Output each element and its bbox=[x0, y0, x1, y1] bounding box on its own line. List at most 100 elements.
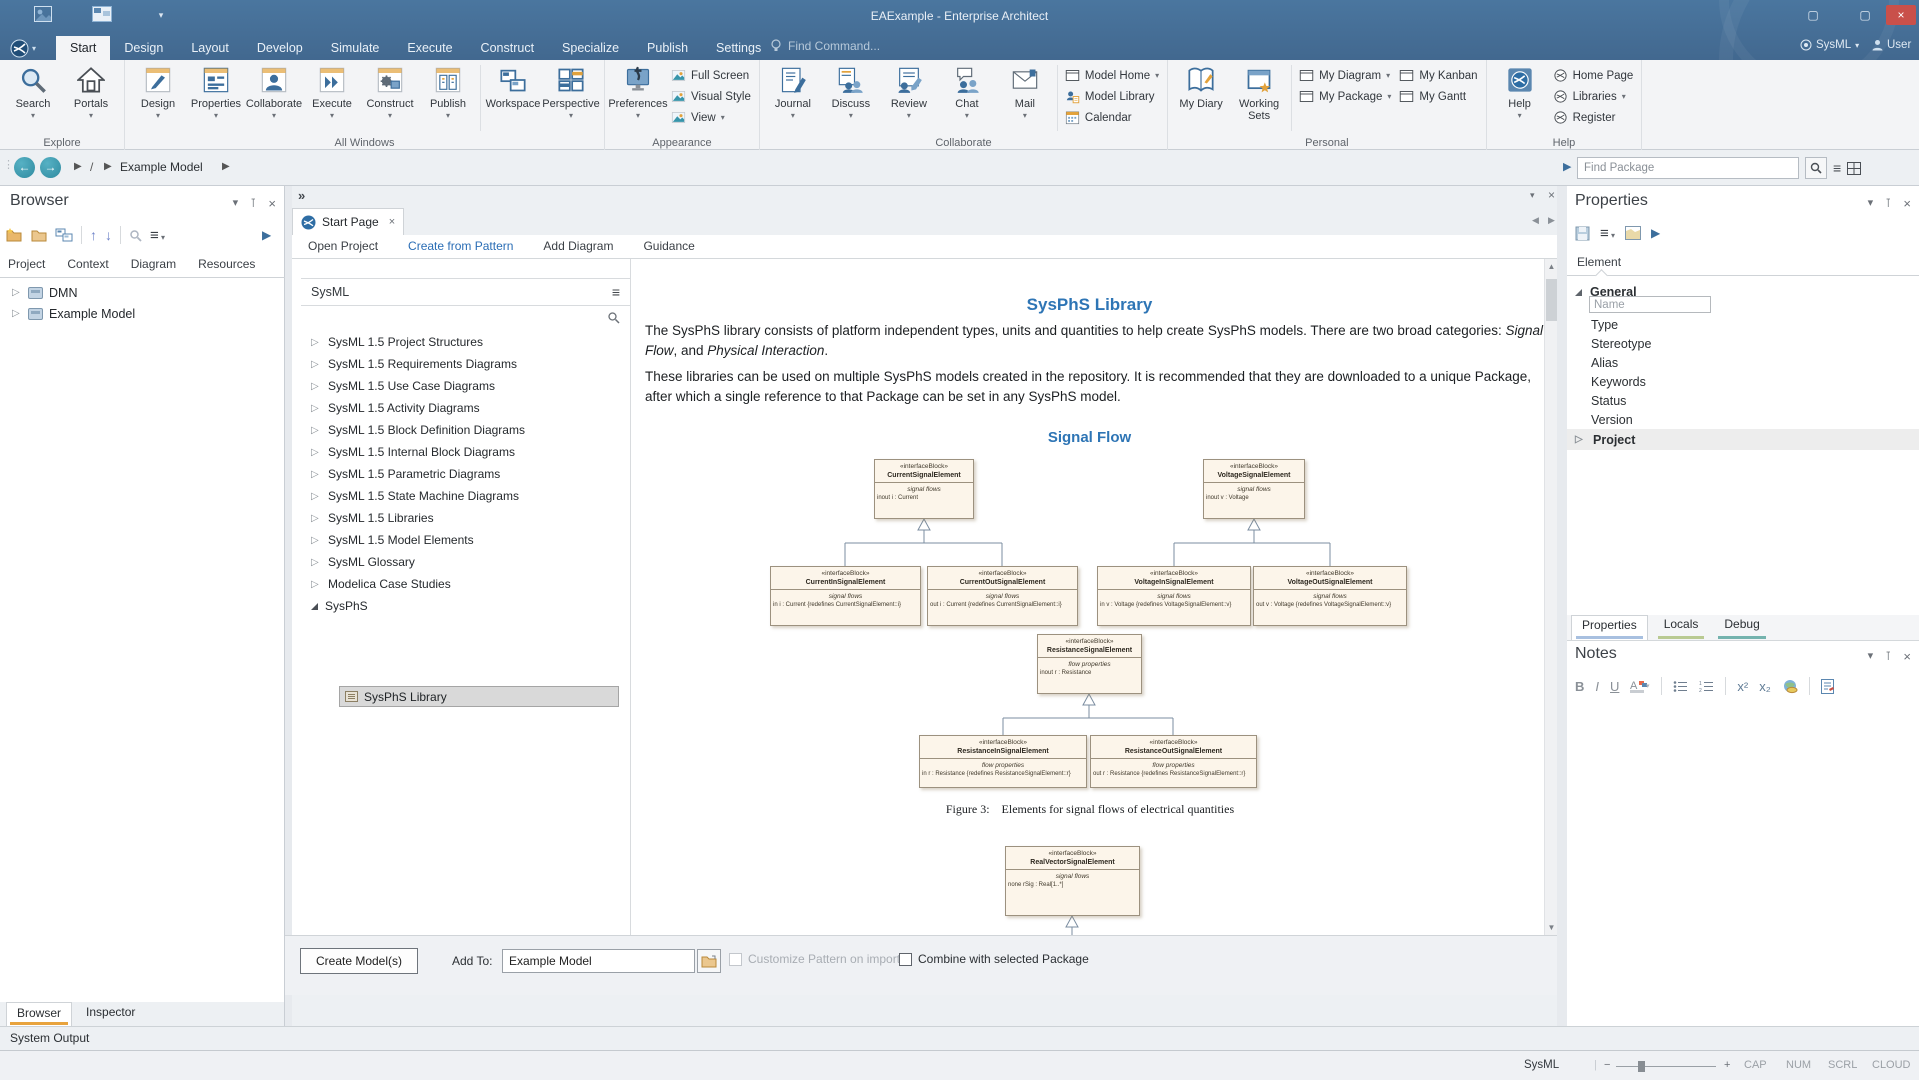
panel-close-icon[interactable]: × bbox=[268, 196, 276, 211]
panel-pin-icon[interactable]: ⊺ bbox=[1885, 196, 1891, 211]
ribbon-button-chat[interactable]: Chat ▾ bbox=[938, 63, 996, 119]
pattern-group-sysml-1-5-state-machine-diagrams[interactable]: ▷SysML 1.5 State Machine Diagrams bbox=[301, 485, 631, 507]
bold-icon[interactable]: B bbox=[1575, 679, 1584, 694]
collapsed-icon[interactable]: ▷ bbox=[311, 403, 321, 414]
italic-icon[interactable]: I bbox=[1595, 679, 1599, 694]
nav-back-button[interactable]: ← bbox=[14, 157, 35, 178]
strip-dropdown-icon[interactable]: ▾ bbox=[1530, 190, 1535, 201]
breadcrumb-arrow-icon[interactable]: ▶ bbox=[104, 161, 112, 172]
close-button[interactable]: × bbox=[1886, 5, 1916, 25]
expand-icon[interactable]: ▷ bbox=[12, 308, 22, 319]
expand-icon[interactable]: ▷ bbox=[12, 287, 22, 298]
pattern-group-sysphs[interactable]: SysPhS bbox=[301, 595, 631, 617]
underline-icon[interactable]: U bbox=[1610, 679, 1619, 694]
ribbon-button-my-gantt[interactable]: My Gantt bbox=[1399, 88, 1477, 105]
ribbon-button-my-diary[interactable]: My Diary bbox=[1172, 63, 1230, 119]
ribbon-button-perspective[interactable]: Perspective ▾ bbox=[542, 63, 600, 119]
tab-scroll-left-icon[interactable]: ◀ bbox=[1532, 215, 1539, 226]
left-dock-tab-browser[interactable]: Browser bbox=[6, 1002, 72, 1026]
ribbon-button-portals[interactable]: Portals ▾ bbox=[62, 63, 120, 119]
property-row-keywords[interactable]: Keywords bbox=[1591, 375, 1646, 389]
ribbon-button-journal[interactable]: Journal ▾ bbox=[764, 63, 822, 119]
new-model-icon[interactable] bbox=[6, 228, 23, 242]
uml-block-currentinsignalelement[interactable]: «interfaceBlock» CurrentInSignalElement … bbox=[770, 566, 921, 626]
app-menu-button[interactable]: ▾ bbox=[10, 37, 50, 59]
breadcrumb-root[interactable]: / bbox=[90, 160, 93, 174]
move-down-icon[interactable]: ↓ bbox=[105, 227, 112, 243]
panel-dropdown-icon[interactable]: ▾ bbox=[233, 196, 239, 211]
expand-left-icon[interactable]: ▶ bbox=[1563, 160, 1571, 173]
ribbon-tab-execute[interactable]: Execute bbox=[393, 36, 466, 60]
combine-package-checkbox[interactable]: Combine with selected Package bbox=[899, 952, 1089, 966]
collapsed-icon[interactable]: ▷ bbox=[311, 447, 321, 458]
ribbon-button-publish[interactable]: Publish ▾ bbox=[419, 63, 477, 119]
restore-button[interactable]: ▢ bbox=[1852, 5, 1878, 25]
pattern-group-sysml-1-5-internal-block-diagrams[interactable]: ▷SysML 1.5 Internal Block Diagrams bbox=[301, 441, 631, 463]
hyperlink-globe-icon[interactable] bbox=[1782, 679, 1798, 694]
nav-forward-button[interactable]: → bbox=[40, 157, 61, 178]
font-color-icon[interactable]: A▾ bbox=[1630, 679, 1650, 694]
new-diagram-icon[interactable] bbox=[55, 228, 73, 242]
property-row-version[interactable]: Version bbox=[1591, 413, 1633, 427]
find-package-input[interactable] bbox=[1577, 157, 1799, 179]
minimize-button[interactable]: ▢ bbox=[1800, 5, 1826, 25]
checkbox-box[interactable] bbox=[899, 953, 912, 966]
splitter[interactable] bbox=[1557, 186, 1567, 1026]
uml-block-resistancesignalelement[interactable]: «interfaceBlock» ResistanceSignalElement… bbox=[1037, 634, 1142, 694]
ribbon-button-register[interactable]: Register bbox=[1553, 109, 1634, 126]
panel-close-icon[interactable]: × bbox=[1903, 649, 1911, 664]
locate-icon[interactable] bbox=[129, 229, 142, 242]
ribbon-button-working-sets[interactable]: Working Sets bbox=[1230, 63, 1288, 131]
ribbon-button-model-library[interactable]: Model Library bbox=[1065, 88, 1159, 105]
collapsed-icon[interactable]: ▷ bbox=[311, 469, 321, 480]
pattern-group-sysml-1-5-requirements-diagrams[interactable]: ▷SysML 1.5 Requirements Diagrams bbox=[301, 353, 631, 375]
new-folder-icon[interactable] bbox=[31, 229, 47, 242]
pattern-group-sysml-1-5-model-elements[interactable]: ▷SysML 1.5 Model Elements bbox=[301, 529, 631, 551]
ribbon-tab-construct[interactable]: Construct bbox=[467, 36, 549, 60]
panel-close-icon[interactable]: × bbox=[1903, 196, 1911, 211]
splitter[interactable] bbox=[285, 186, 292, 1026]
ribbon-button-full-screen[interactable]: Full Screen bbox=[671, 67, 751, 84]
property-row-type[interactable]: Type bbox=[1591, 318, 1618, 332]
ribbon-button-collaborate[interactable]: Collaborate ▾ bbox=[245, 63, 303, 119]
ribbon-tab-simulate[interactable]: Simulate bbox=[317, 36, 394, 60]
ribbon-button-view[interactable]: View▾ bbox=[671, 109, 751, 126]
property-row-alias[interactable]: Alias bbox=[1591, 356, 1618, 370]
menu-icon[interactable]: ≡ bbox=[1833, 157, 1841, 179]
browser-expand-icon[interactable]: ▶ bbox=[262, 228, 271, 242]
pattern-group-sysml-1-5-block-definition-diagrams[interactable]: ▷SysML 1.5 Block Definition Diagrams bbox=[301, 419, 631, 441]
uml-block-resistanceinsignalelement[interactable]: «interfaceBlock» ResistanceInSignalEleme… bbox=[919, 735, 1087, 788]
browser-menu-icon[interactable]: ≡ ▾ bbox=[150, 227, 165, 244]
ribbon-button-search[interactable]: Search ▾ bbox=[4, 63, 62, 119]
uml-block-voltageoutsignalelement[interactable]: «interfaceBlock» VoltageOutSignalElement… bbox=[1253, 566, 1407, 626]
browser-tab-project[interactable]: Project bbox=[8, 252, 45, 277]
checkbox-box[interactable] bbox=[729, 953, 742, 966]
bullet-list-icon[interactable] bbox=[1673, 680, 1688, 693]
property-row-status[interactable]: Status bbox=[1591, 394, 1626, 408]
left-dock-tab-inspector[interactable]: Inspector bbox=[76, 1002, 145, 1026]
ribbon-tab-design[interactable]: Design bbox=[110, 36, 177, 60]
ribbon-button-preferences[interactable]: Preferences ▾ bbox=[609, 63, 667, 119]
ribbon-button-discuss[interactable]: Discuss ▾ bbox=[822, 63, 880, 119]
customize-pattern-checkbox[interactable]: Customize Pattern on import bbox=[729, 952, 900, 966]
uml-block-currentsignalelement[interactable]: «interfaceBlock» CurrentSignalElement si… bbox=[874, 459, 974, 519]
chevrons-icon[interactable]: » bbox=[298, 188, 305, 203]
panel-pin-icon[interactable]: ⊺ bbox=[1885, 649, 1891, 664]
subtab-create-from-pattern[interactable]: Create from Pattern bbox=[408, 235, 513, 258]
note-document-icon[interactable] bbox=[1821, 679, 1834, 694]
breadcrumb-item[interactable]: Example Model bbox=[120, 160, 203, 174]
browser-tab-diagram[interactable]: Diagram bbox=[131, 252, 176, 277]
properties-expand-icon[interactable]: ▶ bbox=[1651, 226, 1660, 240]
panel-dropdown-icon[interactable]: ▾ bbox=[1868, 196, 1874, 211]
ribbon-button-libraries[interactable]: Libraries▾ bbox=[1553, 88, 1634, 105]
subscript-icon[interactable]: x₂ bbox=[1759, 679, 1771, 694]
uml-block-voltageinsignalelement[interactable]: «interfaceBlock» VoltageInSignalElement … bbox=[1097, 566, 1251, 626]
panel-dropdown-icon[interactable]: ▾ bbox=[1868, 649, 1874, 664]
ribbon-button-execute[interactable]: Execute ▾ bbox=[303, 63, 361, 119]
find-package-search-button[interactable] bbox=[1805, 157, 1827, 179]
uml-block-currentoutsignalelement[interactable]: «interfaceBlock» CurrentOutSignalElement… bbox=[927, 566, 1078, 626]
ribbon-button-design[interactable]: Design ▾ bbox=[129, 63, 187, 119]
tab-start-page[interactable]: Start Page × bbox=[292, 208, 404, 235]
ribbon-button-visual-style[interactable]: Visual Style bbox=[671, 88, 751, 105]
status-perspective[interactable]: SysML bbox=[1524, 1059, 1559, 1071]
